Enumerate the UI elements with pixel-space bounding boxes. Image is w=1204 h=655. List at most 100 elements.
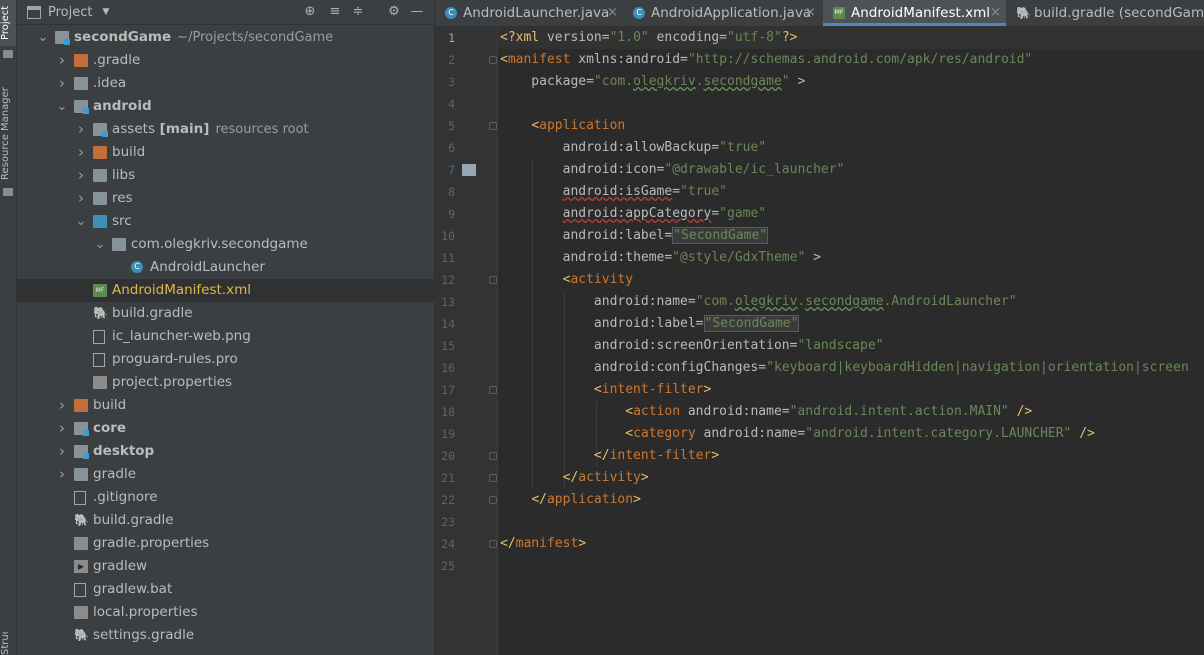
- image-preview-icon[interactable]: [462, 164, 476, 176]
- chevron-down-icon[interactable]: ⌄: [37, 26, 49, 49]
- folder-icon: [3, 50, 13, 58]
- tree-item[interactable]: .gitignore: [17, 486, 434, 509]
- expand-all-icon[interactable]: ≡: [327, 4, 343, 20]
- tree-item[interactable]: › libs: [17, 164, 434, 187]
- editor-tab[interactable]: C AndroidLauncher.java ×: [435, 0, 623, 26]
- module-folder-icon: [74, 100, 89, 114]
- tree-item[interactable]: › core: [17, 417, 434, 440]
- hide-icon[interactable]: —: [409, 4, 425, 20]
- excluded-folder-icon: [74, 54, 88, 67]
- tree-item[interactable]: ic_launcher-web.png: [17, 325, 434, 348]
- excluded-folder-icon: [93, 146, 107, 159]
- project-panel-header: Project ▼ ⊕ ≡ ≑ ⚙ —: [17, 0, 434, 25]
- project-panel-title[interactable]: Project: [48, 5, 92, 20]
- tree-item[interactable]: MF AndroidManifest.xml: [17, 279, 434, 302]
- resources-folder-icon: [93, 123, 108, 137]
- tab-label: build.gradle (secondGame): [1034, 5, 1204, 21]
- tree-item[interactable]: 🐘 settings.gradle: [17, 624, 434, 647]
- code-line: <application: [531, 118, 626, 133]
- close-icon[interactable]: ×: [990, 0, 1001, 26]
- tree-item[interactable]: 🐘 build.gradle: [17, 302, 434, 325]
- tree-item[interactable]: 🐘 build.gradle: [17, 509, 434, 532]
- chevron-right-icon[interactable]: ›: [75, 164, 87, 187]
- editor-tab[interactable]: MF AndroidManifest.xml ×: [823, 0, 1006, 26]
- chevron-down-icon[interactable]: ⌄: [56, 95, 68, 118]
- folder-icon: [93, 192, 107, 205]
- properties-file-icon: [93, 376, 107, 389]
- tree-item-label: settings.gradle: [93, 627, 195, 643]
- tree-item[interactable]: › build: [17, 141, 434, 164]
- text-file-icon: [93, 353, 105, 367]
- chevron-right-icon[interactable]: ›: [56, 440, 68, 463]
- fold-icon[interactable]: [489, 276, 497, 284]
- source-folder-icon: [93, 215, 107, 228]
- tree-item[interactable]: › .idea: [17, 72, 434, 95]
- tree-item[interactable]: ⌄ com.olegkriv.secondgame: [17, 233, 434, 256]
- chevron-right-icon[interactable]: ›: [75, 118, 87, 141]
- line-number: 4: [448, 97, 455, 111]
- editor-tab[interactable]: 🐘 build.gradle (secondGame): [1006, 0, 1204, 26]
- tab-label: AndroidManifest.xml: [851, 5, 990, 21]
- tree-item[interactable]: › desktop: [17, 440, 434, 463]
- chevron-right-icon[interactable]: ›: [56, 72, 68, 95]
- line-number: 9: [448, 207, 455, 221]
- tree-item[interactable]: gradlew.bat: [17, 578, 434, 601]
- line-number: 20: [441, 449, 455, 463]
- tree-item[interactable]: ⌄ android: [17, 95, 434, 118]
- tree-item-label: .gitignore: [93, 489, 158, 505]
- chevron-right-icon[interactable]: ›: [56, 417, 68, 440]
- editor-tab[interactable]: C AndroidApplication.java ×: [623, 0, 821, 26]
- tree-item[interactable]: project.properties: [17, 371, 434, 394]
- tree-item[interactable]: › gradle: [17, 463, 434, 486]
- tree-item[interactable]: C AndroidLauncher: [17, 256, 434, 279]
- gear-icon[interactable]: ⚙: [386, 4, 402, 20]
- fold-icon[interactable]: [489, 474, 497, 482]
- locate-icon[interactable]: ⊕: [302, 4, 318, 20]
- tree-item[interactable]: › assets [main] resources root: [17, 118, 434, 141]
- tree-item[interactable]: ⌄ secondGame ~/Projects/secondGame: [17, 26, 434, 49]
- chevron-right-icon[interactable]: ›: [56, 49, 68, 72]
- tree-item[interactable]: proguard-rules.pro: [17, 348, 434, 371]
- chevron-right-icon[interactable]: ›: [75, 141, 87, 164]
- line-number: 17: [441, 383, 455, 397]
- tree-item[interactable]: › .gradle: [17, 49, 434, 72]
- tree-item[interactable]: local.properties: [17, 601, 434, 624]
- code-editor[interactable]: <?xml version="1.0" encoding="utf-8"?> <…: [498, 27, 1204, 655]
- chevron-right-icon[interactable]: ›: [75, 187, 87, 210]
- tree-item-label: local.properties: [93, 604, 198, 620]
- line-number: 13: [441, 295, 455, 309]
- fold-icon[interactable]: [489, 452, 497, 460]
- structure-tool-tab[interactable]: Structure: [0, 632, 16, 655]
- manifest-file-icon: MF: [833, 7, 845, 19]
- chevron-down-icon[interactable]: ▼: [102, 7, 109, 17]
- code-line: android:allowBackup="true": [562, 140, 767, 155]
- fold-icon[interactable]: [489, 386, 497, 394]
- tree-item[interactable]: ▶ gradlew: [17, 555, 434, 578]
- fold-icon[interactable]: [489, 496, 497, 504]
- code-line: android:label="SecondGame": [562, 227, 769, 244]
- code-line: <?xml version="1.0" encoding="utf-8"?>: [500, 30, 798, 45]
- tree-item[interactable]: gradle.properties: [17, 532, 434, 555]
- project-tool-tab[interactable]: Project: [0, 0, 16, 46]
- chevron-down-icon[interactable]: ⌄: [75, 210, 87, 233]
- close-icon[interactable]: ×: [805, 0, 816, 26]
- tree-item-label: build: [112, 144, 146, 160]
- resource-manager-icon: [3, 188, 13, 196]
- line-number: 16: [441, 361, 455, 375]
- tab-label: AndroidLauncher.java: [463, 5, 610, 21]
- java-class-icon: C: [633, 7, 645, 19]
- tree-item[interactable]: › build: [17, 394, 434, 417]
- resource-manager-tool-tab[interactable]: Resource Manager: [0, 82, 16, 186]
- fold-icon[interactable]: [489, 540, 497, 548]
- chevron-right-icon[interactable]: ›: [56, 394, 68, 417]
- chevron-down-icon[interactable]: ⌄: [94, 233, 106, 256]
- chevron-right-icon[interactable]: ›: [56, 463, 68, 486]
- fold-icon[interactable]: [489, 122, 497, 130]
- close-icon[interactable]: ×: [607, 0, 618, 26]
- fold-icon[interactable]: [489, 56, 497, 64]
- line-number: 12: [441, 273, 455, 287]
- tree-item-label: project.properties: [112, 374, 233, 390]
- tree-item[interactable]: ⌄ src: [17, 210, 434, 233]
- collapse-all-icon[interactable]: ≑: [350, 4, 366, 20]
- tree-item[interactable]: › res: [17, 187, 434, 210]
